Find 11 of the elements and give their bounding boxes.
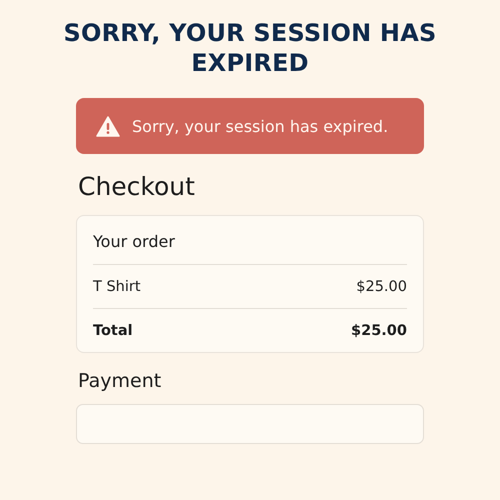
alert-message: Sorry, your session has expired. [132, 116, 388, 136]
warning-icon [96, 116, 120, 136]
order-title: Your order [93, 216, 407, 265]
payment-field[interactable] [76, 404, 424, 444]
total-amount: $25.00 [351, 322, 407, 338]
page-headline: SORRY, YOUR SESSION HAS EXPIRED [62, 18, 438, 78]
item-price: $25.00 [356, 278, 407, 294]
payment-label: Payment [78, 369, 162, 393]
item-name: T Shirt [93, 278, 141, 294]
checkout-heading: Checkout [78, 172, 196, 202]
total-label: Total [93, 322, 133, 338]
